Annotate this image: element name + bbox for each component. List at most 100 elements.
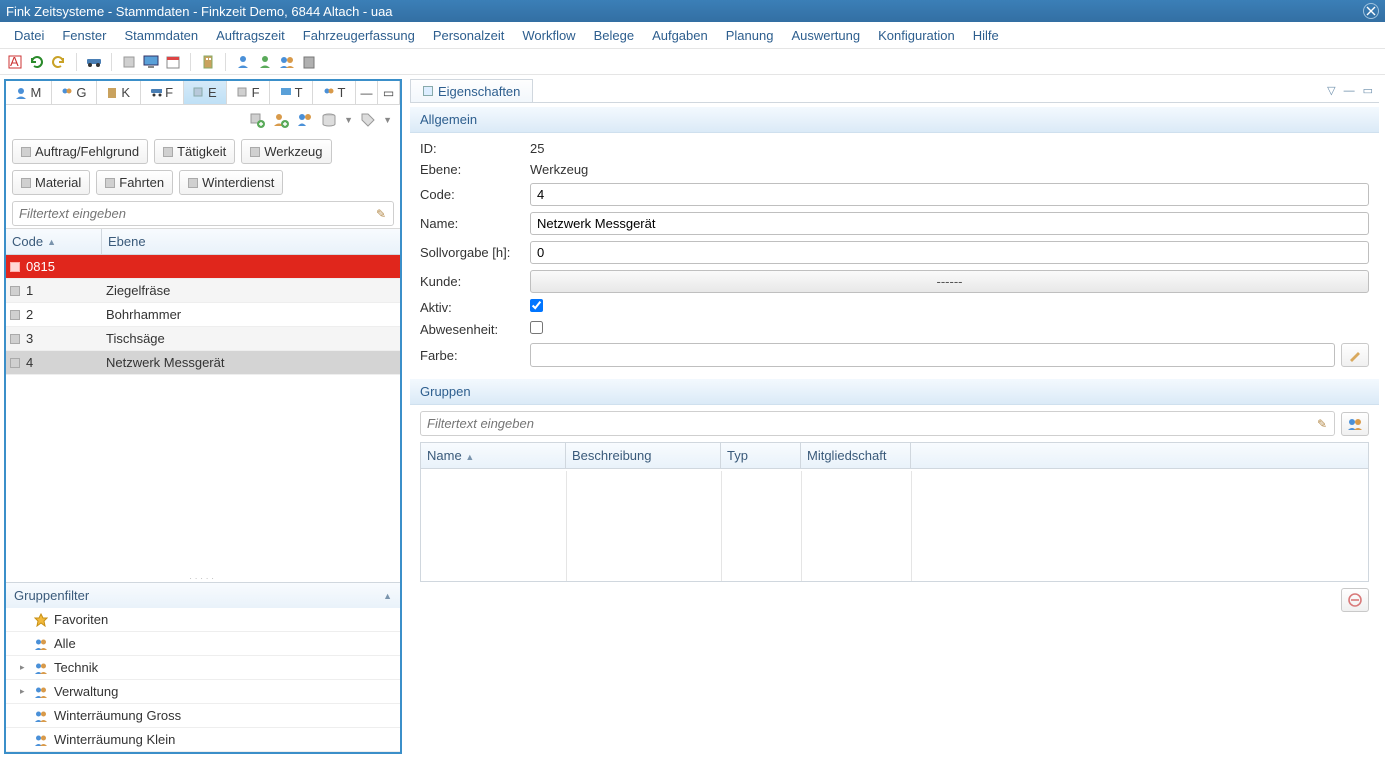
car-icon[interactable] (85, 53, 103, 71)
groups-col-name[interactable]: Name ▲ (421, 443, 566, 468)
groups-col-mitgliedschaft[interactable]: Mitgliedschaft (801, 443, 911, 468)
table-row[interactable]: 4Netzwerk Messgerät (6, 351, 400, 375)
menu-personalzeit[interactable]: Personalzeit (425, 24, 513, 47)
color-picker-button[interactable] (1341, 343, 1369, 367)
cube-icon[interactable] (120, 53, 138, 71)
cube-icon (21, 147, 31, 157)
menu-workflow[interactable]: Workflow (514, 24, 583, 47)
input-code[interactable] (530, 183, 1369, 206)
dropdown-icon[interactable]: ▼ (344, 115, 353, 125)
menu-auftragszeit[interactable]: Auftragszeit (208, 24, 293, 47)
view-tab-t2[interactable]: T (313, 81, 356, 104)
view-tab-k[interactable]: K (97, 81, 141, 104)
table-row[interactable]: 2Bohrhammer (6, 303, 400, 327)
filter-material[interactable]: Material (12, 170, 90, 195)
cube-icon (10, 262, 20, 272)
table-row[interactable]: 1Ziegelfräse (6, 279, 400, 303)
view-tab-g[interactable]: G (52, 81, 97, 104)
menu-aufgaben[interactable]: Aufgaben (644, 24, 716, 47)
cube-icon (105, 178, 115, 188)
group-filter-item[interactable]: Alle (6, 632, 400, 656)
pdf-icon[interactable]: A (6, 53, 24, 71)
group-filter-item[interactable]: ▸Technik (6, 656, 400, 680)
label-aktiv: Aktiv: (420, 300, 520, 315)
add-entity-icon[interactable] (248, 111, 266, 129)
group-filter-item[interactable]: Favoriten (6, 608, 400, 632)
add-group-button[interactable] (1341, 412, 1369, 436)
calendar-icon[interactable] (164, 53, 182, 71)
filter-werkzeug[interactable]: Werkzeug (241, 139, 331, 164)
view-tab-f-car[interactable]: F (141, 81, 184, 104)
group-icon (34, 733, 48, 747)
close-icon (1366, 6, 1376, 16)
groups-filter-input[interactable] (420, 411, 1335, 436)
label-farbe: Farbe: (420, 348, 520, 363)
group-filter-item[interactable]: Winterräumung Gross (6, 704, 400, 728)
grid-header-ebene[interactable]: Ebene (102, 229, 400, 254)
kunde-select-button[interactable]: ------ (530, 270, 1369, 293)
input-name[interactable] (530, 212, 1369, 235)
menu-hilfe[interactable]: Hilfe (965, 24, 1007, 47)
view-tabs: M G K F E F T T ― ▭ (6, 81, 400, 105)
view-tab-maximize[interactable]: ▭ (378, 81, 400, 104)
dropdown2-icon[interactable]: ▼ (383, 115, 392, 125)
group-filter-header[interactable]: Gruppenfilter ▲ (6, 583, 400, 608)
view-tab-t1[interactable]: T (270, 81, 313, 104)
checkbox-abwesenheit[interactable] (530, 321, 543, 334)
person-green-icon[interactable] (256, 53, 274, 71)
add-person-icon[interactable] (272, 111, 290, 129)
menu-planung[interactable]: Planung (718, 24, 782, 47)
tab-eigenschaften[interactable]: Eigenschaften (410, 79, 533, 102)
monitor-icon[interactable] (142, 53, 160, 71)
table-row[interactable]: 0815 (6, 255, 400, 279)
menu-konfiguration[interactable]: Konfiguration (870, 24, 963, 47)
filter-winterdienst[interactable]: Winterdienst (179, 170, 283, 195)
group-filter-item[interactable]: ▸Verwaltung (6, 680, 400, 704)
view-tab-f-cube[interactable]: F (227, 81, 270, 104)
panel-maximize-icon[interactable]: ▭ (1363, 84, 1373, 97)
label-kunde: Kunde: (420, 274, 520, 289)
view-tab-minimize[interactable]: ― (356, 81, 378, 104)
remove-group-button[interactable] (1341, 588, 1369, 612)
menu-fahrzeugerfassung[interactable]: Fahrzeugerfassung (295, 24, 423, 47)
filter-fahrten[interactable]: Fahrten (96, 170, 173, 195)
input-soll[interactable] (530, 241, 1369, 264)
db-icon[interactable] (320, 111, 338, 129)
menu-datei[interactable]: Datei (6, 24, 52, 47)
splitter-handle[interactable]: ∙∙∙∙∙ (6, 574, 400, 582)
groups-col-beschreibung[interactable]: Beschreibung (566, 443, 721, 468)
view-tab-e[interactable]: E (184, 81, 228, 104)
filter-taetigkeit[interactable]: Tätigkeit (154, 139, 235, 164)
panel-menu-icon[interactable]: ▽ (1327, 84, 1335, 97)
menu-fenster[interactable]: Fenster (54, 24, 114, 47)
sort-asc-icon: ▲ (47, 237, 56, 247)
group-icon (1347, 417, 1363, 431)
menu-stammdaten[interactable]: Stammdaten (116, 24, 206, 47)
building-icon[interactable] (199, 53, 217, 71)
person-blue-icon[interactable] (234, 53, 252, 71)
view-tab-m[interactable]: M (6, 81, 52, 104)
panel-minimize-icon[interactable]: ― (1344, 85, 1355, 97)
filter-auftrag-fehlgrund[interactable]: Auftrag/Fehlgrund (12, 139, 148, 164)
undo-icon[interactable] (50, 53, 68, 71)
menu-auswertung[interactable]: Auswertung (783, 24, 868, 47)
pencil-icon (1348, 348, 1362, 362)
group-filter-panel: Gruppenfilter ▲ FavoritenAlle▸Technik▸Ve… (6, 582, 400, 752)
left-filter-input[interactable] (12, 201, 394, 226)
input-farbe[interactable] (530, 343, 1335, 367)
refresh-icon[interactable] (28, 53, 46, 71)
checkbox-aktiv[interactable] (530, 299, 543, 312)
group-filter-item[interactable]: Winterräumung Klein (6, 728, 400, 752)
cube-icon (21, 178, 31, 188)
building2-icon[interactable] (300, 53, 318, 71)
group-filter-icon[interactable] (296, 111, 314, 129)
table-row[interactable]: 3Tischsäge (6, 327, 400, 351)
menu-belege[interactable]: Belege (586, 24, 642, 47)
menu-bar: Datei Fenster Stammdaten Auftragszeit Fa… (0, 22, 1385, 49)
groups-col-typ[interactable]: Typ (721, 443, 801, 468)
tag-icon[interactable] (359, 111, 377, 129)
window-close-button[interactable] (1363, 3, 1379, 19)
entity-grid: Code▲ Ebene 08151Ziegelfräse2Bohrhammer3… (6, 228, 400, 375)
group-icon[interactable] (278, 53, 296, 71)
grid-header-code[interactable]: Code▲ (6, 229, 102, 254)
